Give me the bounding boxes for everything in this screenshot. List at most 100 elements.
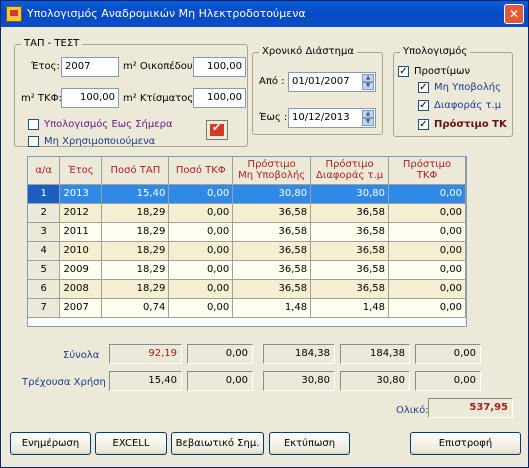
table-row[interactable]: 2 2012 18,29 0,00 36,58 36,58 0,00: [28, 203, 466, 223]
table-cell[interactable]: 36,58: [232, 222, 312, 242]
table-cell[interactable]: 0,00: [168, 241, 234, 261]
table-cell[interactable]: 0,00: [388, 260, 466, 280]
table-cell[interactable]: 2009: [59, 260, 103, 280]
print-button[interactable]: Εκτύπωση: [269, 432, 350, 455]
table-cell[interactable]: 36,58: [232, 203, 312, 223]
spin-down-icon[interactable]: ▼: [362, 118, 374, 126]
calculate-icon-button[interactable]: [206, 120, 228, 140]
row-number-cell[interactable]: 7: [28, 298, 61, 318]
table-cell[interactable]: 0,00: [168, 298, 234, 318]
grid-column-header[interactable]: Έτος: [59, 157, 103, 185]
table-cell[interactable]: 0,00: [168, 222, 234, 242]
to-date-field[interactable]: 10/12/2013 ▲ ▼: [288, 108, 376, 128]
synola-mi-ypovolis: 184,38: [263, 344, 335, 364]
table-cell[interactable]: 1,48: [232, 298, 312, 318]
row-number-cell[interactable]: 2: [28, 203, 61, 223]
row-number-cell[interactable]: 3: [28, 222, 61, 242]
table-cell[interactable]: 36,58: [232, 279, 312, 299]
table-cell[interactable]: 0,00: [168, 260, 234, 280]
table-cell[interactable]: 1,48: [310, 298, 390, 318]
table-cell[interactable]: 0,00: [388, 184, 466, 204]
table-cell[interactable]: 36,58: [310, 260, 390, 280]
grid-column-header[interactable]: Πρόστιμο Διαφοράς τ.μ: [310, 157, 390, 185]
table-cell[interactable]: 18,29: [101, 222, 170, 242]
grid-column-header[interactable]: Πρόστιμο ΤΚΦ: [388, 157, 466, 185]
grid-column-header[interactable]: α/α: [28, 157, 61, 185]
results-grid[interactable]: α/α Έτος Ποσό ΤΑΠ Ποσό ΤΚΦ Πρόστιμο Μη Υποβο…: [27, 156, 467, 327]
table-cell[interactable]: 18,29: [101, 279, 170, 299]
unused-checkbox[interactable]: [28, 136, 39, 147]
grid-column-header[interactable]: Πρόστιμο Μη Υποβολής: [232, 157, 312, 185]
table-cell[interactable]: 0,00: [388, 222, 466, 242]
table-cell[interactable]: 0,74: [101, 298, 170, 318]
grid-column-header[interactable]: Ποσό ΤΚΦ: [168, 157, 234, 185]
table-row[interactable]: 6 2008 18,29 0,00 36,58 36,58 0,00: [28, 279, 466, 299]
current-tkf: 0,00: [187, 371, 253, 391]
table-row[interactable]: 7 2007 0,74 0,00 1,48 1,48 0,00: [28, 298, 466, 318]
mi-ypovolis-label: Μη Υποβολής: [434, 82, 502, 93]
from-date-spinner[interactable]: ▲ ▼: [362, 74, 374, 90]
table-cell[interactable]: 18,29: [101, 203, 170, 223]
table-cell[interactable]: 0,00: [388, 279, 466, 299]
table-cell[interactable]: 2008: [59, 279, 103, 299]
table-cell[interactable]: 0,00: [388, 203, 466, 223]
table-cell[interactable]: 2012: [59, 203, 103, 223]
calc-legend: Υπολογισμός: [400, 46, 471, 57]
table-row[interactable]: 5 2009 18,29 0,00 36,58 36,58 0,00: [28, 260, 466, 280]
from-date-field[interactable]: 01/01/2007 ▲ ▼: [288, 72, 376, 92]
spin-up-icon[interactable]: ▲: [362, 74, 374, 82]
table-cell[interactable]: 0,00: [168, 279, 234, 299]
row-number-cell[interactable]: 5: [28, 260, 61, 280]
table-cell[interactable]: 36,58: [310, 222, 390, 242]
prostimon-label: Προστίμων: [414, 66, 471, 77]
table-cell[interactable]: 2010: [59, 241, 103, 261]
row-number-cell[interactable]: 1: [28, 184, 61, 204]
table-cell[interactable]: 36,58: [232, 241, 312, 261]
table-cell[interactable]: 2011: [59, 222, 103, 242]
current-diaforas: 30,80: [340, 371, 410, 391]
excel-button[interactable]: EXCELL: [95, 432, 167, 455]
ktismatos-field[interactable]: 100,00: [193, 88, 246, 108]
etos-label: Έτος:: [31, 61, 60, 72]
diaforas-checkbox[interactable]: ✓: [418, 100, 429, 111]
certificate-button[interactable]: Βεβαιωτικό Σημ.: [171, 432, 264, 455]
spin-up-icon[interactable]: ▲: [362, 110, 374, 118]
row-number-cell[interactable]: 4: [28, 241, 61, 261]
to-date-value: 10/12/2013: [292, 112, 350, 123]
table-cell[interactable]: 0,00: [388, 298, 466, 318]
table-cell[interactable]: 0,00: [388, 241, 466, 261]
table-cell[interactable]: 30,80: [232, 184, 312, 204]
table-cell[interactable]: 2013: [59, 184, 103, 204]
calc-today-checkbox[interactable]: [28, 119, 39, 130]
table-row[interactable]: 4 2010 18,29 0,00 36,58 36,58 0,00: [28, 241, 466, 261]
close-button[interactable]: ✕: [504, 4, 524, 24]
row-number-cell[interactable]: 6: [28, 279, 61, 299]
table-row[interactable]: 3 2011 18,29 0,00 36,58 36,58 0,00: [28, 222, 466, 242]
grid-column-header[interactable]: Ποσό ΤΑΠ: [101, 157, 170, 185]
table-cell[interactable]: 36,58: [310, 241, 390, 261]
table-cell[interactable]: 2007: [59, 298, 103, 318]
grid-header-row: α/α Έτος Ποσό ΤΑΠ Ποσό ΤΚΦ Πρόστιμο Μη Υποβο…: [28, 157, 466, 185]
etos-field[interactable]: 2007: [61, 57, 119, 77]
table-cell[interactable]: 18,29: [101, 241, 170, 261]
diaforas-label: Διαφοράς τ.μ: [434, 100, 502, 111]
table-row[interactable]: 1 2013 15,40 0,00 30,80 30,80 0,00: [28, 184, 466, 204]
oikopedou-field[interactable]: 100,00: [193, 57, 246, 77]
update-button[interactable]: Ενημέρωση: [10, 432, 91, 455]
prostimon-checkbox[interactable]: ✓: [398, 66, 409, 77]
to-date-spinner[interactable]: ▲ ▼: [362, 110, 374, 126]
tkf-field[interactable]: 100,00: [61, 88, 119, 108]
table-cell[interactable]: 15,40: [101, 184, 170, 204]
table-cell[interactable]: 18,29: [101, 260, 170, 280]
table-cell[interactable]: 0,00: [168, 203, 234, 223]
table-cell[interactable]: 0,00: [168, 184, 234, 204]
grid-body: 1 2013 15,40 0,00 30,80 30,80 0,00 2 2012 18,29 0,…: [28, 184, 466, 318]
table-cell[interactable]: 30,80: [310, 184, 390, 204]
table-cell[interactable]: 36,58: [310, 203, 390, 223]
back-button[interactable]: Επιστροφή: [410, 432, 521, 455]
table-cell[interactable]: 36,58: [232, 260, 312, 280]
mi-ypovolis-checkbox[interactable]: ✓: [418, 82, 429, 93]
spin-down-icon[interactable]: ▼: [362, 82, 374, 90]
prostimo-tk-checkbox[interactable]: ✓: [418, 119, 429, 130]
table-cell[interactable]: 36,58: [310, 279, 390, 299]
